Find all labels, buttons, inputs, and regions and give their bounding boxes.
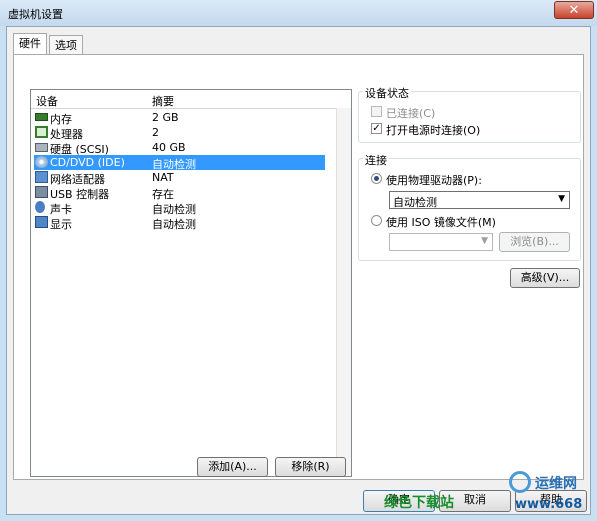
iso-path-combobox[interactable]: ▼ [389,233,493,251]
device-row-memory[interactable]: 内存 2 GB [34,110,325,126]
network-adapter-icon [35,171,48,183]
iso-image-label: 使用 ISO 镜像文件(M) [386,216,496,229]
connection-title: 连接 [363,152,389,168]
column-header-summary[interactable]: 摘要 [152,93,174,109]
checkmark-icon: ✓ [372,123,381,134]
cd-dvd-icon [35,156,48,168]
device-row-sound-card[interactable]: 声卡 自动检测 [34,200,325,216]
device-status-group: 设备状态 已连接(C) ✓ 打开电源时连接(O) [358,85,581,143]
watermark-logo: 运维网 www.668 [503,471,595,519]
column-header-device[interactable]: 设备 [36,93,58,109]
physical-drive-select[interactable]: 自动检测 ▼ [389,191,570,209]
device-row-processor[interactable]: 处理器 2 [34,125,325,141]
device-list[interactable]: 设备 摘要 内存 2 GB 处理器 2 硬盘 (SCSI) 40 GB CD/D… [30,89,352,477]
device-list-scrollbar[interactable] [336,108,351,476]
browse-button[interactable]: 浏览(B)... [499,232,570,252]
device-list-header: 设备 摘要 [31,90,351,109]
device-row-usb-controller[interactable]: USB 控制器 存在 [34,185,325,201]
usb-controller-icon [35,186,48,198]
device-row-hard-disk[interactable]: 硬盘 (SCSI) 40 GB [34,140,325,156]
tab-options[interactable]: 选项 [49,35,83,55]
iso-image-radio[interactable] [371,215,382,226]
display-icon [35,216,48,228]
sound-card-icon [35,201,45,213]
device-status-title: 设备状态 [363,85,411,101]
window-title: 虚拟机设置 [8,8,63,21]
title-bar: 虚拟机设置 ✕ [0,0,597,26]
add-button[interactable]: 添加(A)... [197,457,268,477]
tab-hardware[interactable]: 硬件 [13,33,47,55]
advanced-button[interactable]: 高级(V)... [510,268,580,288]
chevron-down-icon: ▼ [558,194,565,204]
connection-group: 连接 使用物理驱动器(P): 自动检测 ▼ 使用 ISO 镜像文件(M) ▼ 浏… [358,152,581,261]
logo-icon [509,471,531,493]
hardware-panel: 设备 摘要 内存 2 GB 处理器 2 硬盘 (SCSI) 40 GB CD/D… [13,54,584,480]
connected-label: 已连接(C) [386,107,436,120]
connected-checkbox[interactable] [371,106,382,117]
chevron-down-icon: ▼ [481,236,488,246]
processor-icon [35,126,48,138]
device-row-cd-dvd[interactable]: CD/DVD (IDE) 自动检测 [34,155,325,171]
physical-drive-radio[interactable] [371,173,382,184]
device-row-display[interactable]: 显示 自动检测 [34,215,325,231]
connect-at-power-on-label: 打开电源时连接(O) [386,124,481,137]
hard-disk-icon [35,143,48,152]
remove-button[interactable]: 移除(R) [275,457,346,477]
close-button[interactable]: ✕ [554,1,594,19]
dialog-client-area: 硬件 选项 设备 摘要 内存 2 GB 处理器 2 硬盘 (SCSI) 40 G… [6,26,591,515]
memory-icon [35,113,48,121]
physical-drive-label: 使用物理驱动器(P): [386,174,482,187]
close-icon: ✕ [568,3,580,18]
device-row-network-adapter[interactable]: 网络适配器 NAT [34,170,325,186]
download-site-watermark: 绿色下载站 [384,495,454,511]
connect-at-power-on-checkbox[interactable]: ✓ [371,123,382,134]
